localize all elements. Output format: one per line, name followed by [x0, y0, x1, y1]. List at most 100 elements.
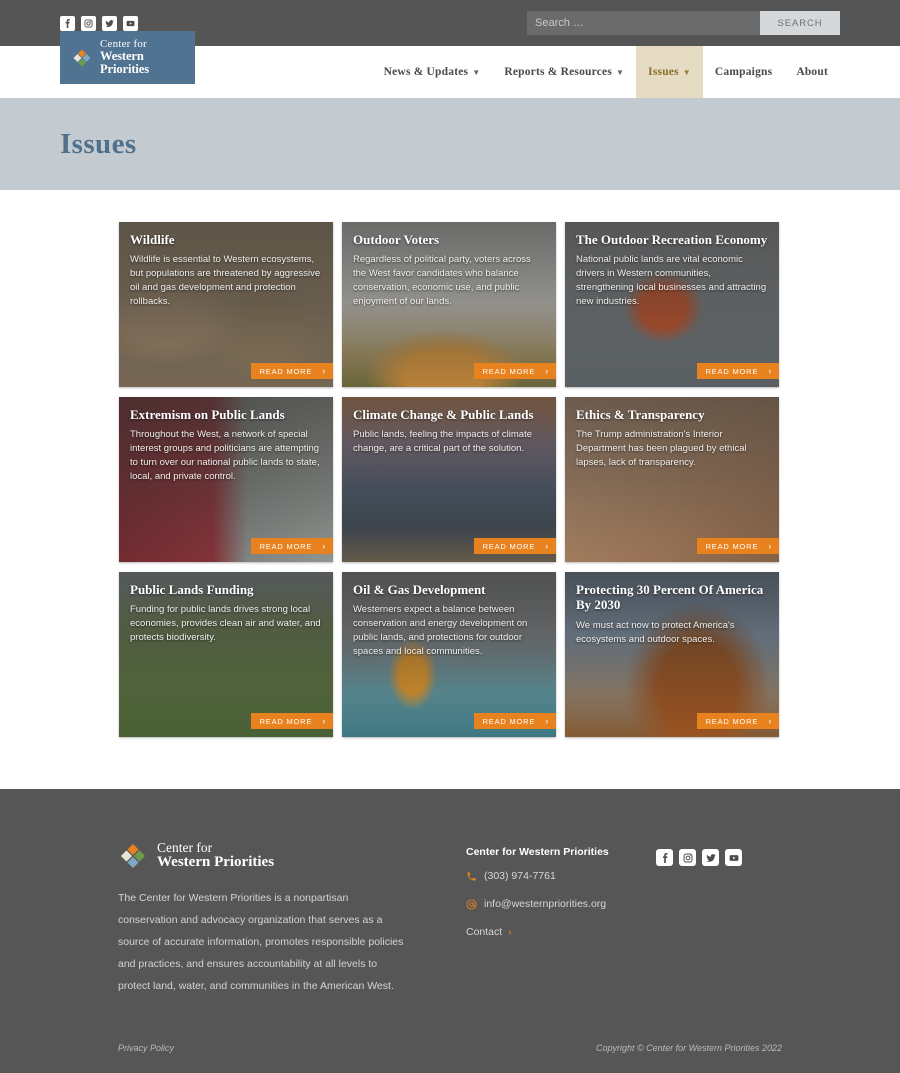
topbar-social-links	[60, 15, 138, 31]
chevron-right-icon: ›	[768, 541, 772, 551]
chevron-down-icon: ▼	[616, 68, 625, 77]
instagram-icon[interactable]	[679, 849, 696, 866]
issue-card[interactable]: Protecting 30 Percent Of America By 2030…	[565, 572, 779, 737]
card-title: Wildlife	[130, 232, 175, 247]
search-button[interactable]: SEARCH	[760, 11, 840, 35]
chevron-right-icon: ›	[322, 541, 326, 551]
nav-label: Reports & Resources	[504, 66, 613, 78]
issue-card[interactable]: Outdoor Voters Regardless of political p…	[342, 222, 556, 387]
chevron-down-icon: ▼	[682, 68, 691, 77]
card-excerpt: Public lands, feeling the impacts of cli…	[353, 429, 533, 455]
footer-about-column: Center for Western Priorities The Center…	[118, 840, 410, 997]
chevron-right-icon: ›	[545, 541, 549, 551]
nav-label: Campaigns	[714, 66, 773, 78]
footer-social-links	[610, 841, 742, 866]
read-more-button[interactable]: READ MORE ›	[696, 538, 779, 554]
card-title: Protecting 30 Percent Of America By 2030	[576, 582, 764, 613]
chevron-right-icon: ›	[545, 366, 549, 376]
footer-logo-line-1: Center for	[157, 840, 213, 856]
card-excerpt: We must act now to protect America's eco…	[576, 619, 735, 645]
read-more-button[interactable]: READ MORE ›	[473, 538, 556, 554]
footer-contact-column: Center for Western Priorities (303) 974-…	[410, 841, 610, 938]
chevron-right-icon: ›	[508, 926, 512, 938]
read-more-label: READ MORE	[705, 541, 759, 551]
facebook-icon[interactable]	[656, 849, 673, 866]
nav-label: News & Updates	[383, 66, 469, 78]
chevron-down-icon: ▼	[472, 68, 481, 77]
issue-card[interactable]: Public Lands Funding Funding for public …	[119, 572, 333, 737]
nav-label: About	[796, 66, 828, 78]
cwp-diamond-logo-icon	[118, 841, 148, 871]
card-title: Oil & Gas Development	[353, 582, 486, 597]
read-more-label: READ MORE	[259, 366, 313, 376]
read-more-label: READ MORE	[705, 716, 759, 726]
footer-email-value: info@westernpriorities.org	[484, 898, 607, 910]
main-content: Wildlife Wildlife is essential to Wester…	[0, 190, 900, 789]
email-at-icon	[466, 898, 477, 910]
card-excerpt: National public lands are vital economic…	[576, 254, 767, 308]
issue-card[interactable]: The Outdoor Recreation Economy National …	[565, 222, 779, 387]
card-title: Ethics & Transparency	[576, 407, 705, 422]
twitter-icon[interactable]	[102, 15, 117, 31]
read-more-label: READ MORE	[482, 366, 536, 376]
footer-logo-line-2: Western Priorities	[157, 854, 275, 871]
read-more-label: READ MORE	[259, 541, 313, 551]
read-more-button[interactable]: READ MORE ›	[696, 363, 779, 379]
read-more-button[interactable]: READ MORE ›	[473, 363, 556, 379]
read-more-button[interactable]: READ MORE ›	[250, 363, 333, 379]
nav-item-issues[interactable]: Issues ▼	[636, 46, 703, 98]
chevron-right-icon: ›	[768, 366, 772, 376]
footer-phone-value: (303) 974-7761	[484, 870, 556, 882]
logo-line-2: Western Priorities	[100, 49, 149, 77]
footer-logo[interactable]: Center for Western Priorities	[118, 840, 410, 871]
read-more-button[interactable]: READ MORE ›	[250, 713, 333, 729]
footer-bottom-bar: Privacy Policy Copyright © Center for We…	[118, 1043, 782, 1073]
search-form: SEARCH	[527, 11, 840, 35]
card-title: Extremism on Public Lands	[130, 407, 285, 422]
chevron-right-icon: ›	[545, 716, 549, 726]
footer-contact-link[interactable]: Contact ›	[466, 926, 610, 938]
read-more-button[interactable]: READ MORE ›	[473, 713, 556, 729]
card-excerpt: Wildlife is essential to Western ecosyst…	[130, 254, 321, 308]
nav-label: Issues	[648, 66, 679, 78]
card-title: Public Lands Funding	[130, 582, 254, 597]
privacy-policy-link[interactable]: Privacy Policy	[118, 1043, 174, 1053]
youtube-icon[interactable]	[725, 849, 742, 866]
page-title-banner: Issues	[0, 98, 900, 190]
nav-item-news-updates[interactable]: News & Updates ▼	[372, 46, 493, 98]
issue-card[interactable]: Oil & Gas Development Westerners expect …	[342, 572, 556, 737]
nav-item-campaigns[interactable]: Campaigns	[703, 46, 784, 98]
nav-item-about[interactable]: About	[784, 46, 840, 98]
issue-card[interactable]: Wildlife Wildlife is essential to Wester…	[119, 222, 333, 387]
read-more-label: READ MORE	[259, 716, 313, 726]
card-title: The Outdoor Recreation Economy	[576, 232, 768, 247]
card-excerpt: Westerners expect a balance between cons…	[353, 604, 528, 658]
chevron-right-icon: ›	[768, 716, 772, 726]
search-input[interactable]	[527, 11, 760, 35]
card-excerpt: Funding for public lands drives strong l…	[130, 604, 321, 644]
card-title: Outdoor Voters	[353, 232, 440, 247]
issue-card[interactable]: Climate Change & Public Lands Public lan…	[342, 397, 556, 562]
facebook-icon[interactable]	[60, 15, 75, 31]
footer-phone-row[interactable]: (303) 974-7761	[466, 870, 610, 882]
card-excerpt: The Trump administration's Interior Depa…	[576, 429, 747, 469]
footer-contact-title: Center for Western Priorities	[466, 846, 609, 858]
read-more-label: READ MORE	[482, 716, 536, 726]
cwp-diamond-logo-icon	[71, 47, 93, 69]
instagram-icon[interactable]	[81, 15, 96, 31]
nav-item-reports-resources[interactable]: Reports & Resources ▼	[492, 46, 636, 98]
read-more-button[interactable]: READ MORE ›	[250, 538, 333, 554]
read-more-button[interactable]: READ MORE ›	[696, 713, 779, 729]
site-logo[interactable]: Center for Western Priorities	[60, 31, 195, 84]
card-excerpt: Regardless of political party, voters ac…	[353, 254, 531, 308]
chevron-right-icon: ›	[322, 716, 326, 726]
issue-card[interactable]: Extremism on Public Lands Throughout the…	[119, 397, 333, 562]
twitter-icon[interactable]	[702, 849, 719, 866]
issues-card-grid: Wildlife Wildlife is essential to Wester…	[119, 222, 781, 737]
youtube-icon[interactable]	[123, 15, 138, 31]
issue-card[interactable]: Ethics & Transparency The Trump administ…	[565, 397, 779, 562]
footer-email-row[interactable]: info@westernpriorities.org	[466, 898, 610, 910]
read-more-label: READ MORE	[482, 541, 536, 551]
page-title: Issues	[60, 127, 137, 160]
card-title: Climate Change & Public Lands	[353, 407, 534, 422]
